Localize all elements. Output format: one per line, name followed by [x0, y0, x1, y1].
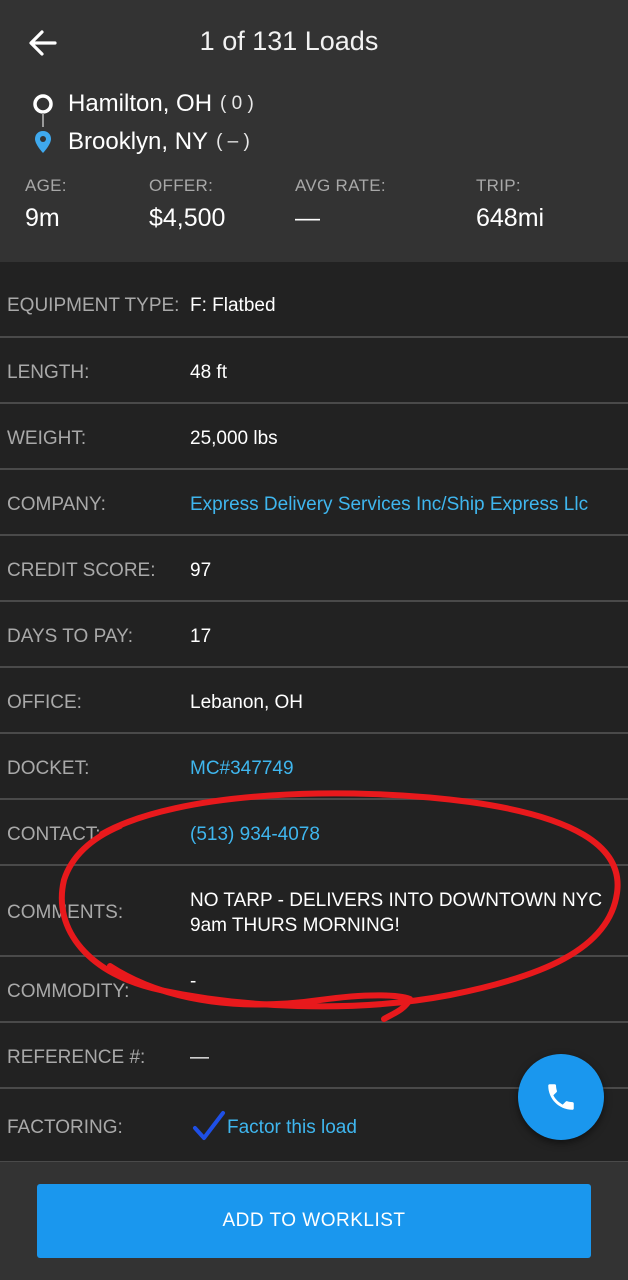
phone-icon — [548, 1084, 574, 1110]
detail-row-company: COMPANY: Express Delivery Services Inc/S… — [0, 470, 628, 536]
detail-value: - — [190, 971, 197, 992]
detail-label: EQUIPMENT TYPE: — [7, 295, 180, 316]
detail-value: — — [190, 1047, 209, 1068]
destination-count: ( – ) — [216, 131, 250, 152]
detail-value: 48 ft — [190, 362, 227, 383]
route-destination: Brooklyn, NY ( – ) — [30, 125, 250, 159]
detail-value: 25,000 lbs — [190, 428, 278, 449]
footer-bar: ADD TO WORKLIST — [0, 1162, 628, 1280]
detail-row-comments: COMMENTS: NO TARP - DELIVERS INTO DOWNTO… — [0, 866, 628, 957]
detail-label: DOCKET: — [7, 758, 90, 779]
origin-city: Hamilton, OH — [68, 90, 213, 117]
detail-row-days-to-pay: DAYS TO PAY: 17 — [0, 602, 628, 668]
detail-label: FACTORING: — [7, 1117, 123, 1138]
destination-city: Brooklyn, NY — [68, 128, 209, 155]
stat-trip: TRIP: 648mi — [476, 176, 544, 233]
stat-value: $4,500 — [149, 204, 226, 232]
detail-row-docket: DOCKET: MC#347749 — [0, 734, 628, 800]
comments-value: NO TARP - DELIVERS INTO DOWNTOWN NYC 9am… — [190, 890, 603, 936]
docket-link[interactable]: MC#347749 — [190, 758, 294, 780]
detail-label: COMPANY: — [7, 494, 106, 515]
stat-label: AVG RATE: — [295, 176, 386, 195]
detail-label: REFERENCE #: — [7, 1047, 146, 1068]
detail-row-commodity: COMMODITY: - — [0, 957, 628, 1023]
load-header: 1 of 131 Loads Hamilton, OH ( 0 ) Brookl… — [0, 0, 628, 262]
detail-label: DAYS TO PAY: — [7, 626, 134, 647]
page-title: 1 of 131 Loads — [199, 26, 379, 56]
stat-label: TRIP: — [476, 176, 521, 195]
stat-avg-rate: AVG RATE: — — [295, 176, 386, 233]
factor-this-load-link[interactable]: Factor this load — [227, 1117, 357, 1139]
stat-value: 9m — [25, 204, 60, 232]
load-details: EQUIPMENT TYPE: F: Flatbed LENGTH: 48 ft… — [0, 270, 628, 1163]
detail-value: 97 — [190, 560, 212, 581]
origin-count: ( 0 ) — [220, 93, 254, 114]
detail-row-weight: WEIGHT: 25,000 lbs — [0, 404, 628, 470]
company-link[interactable]: Express Delivery Services Inc/Ship Expre… — [190, 494, 588, 516]
detail-row-credit-score: CREDIT SCORE: 97 — [0, 536, 628, 602]
contact-phone-link[interactable]: (513) 934-4078 — [190, 824, 320, 846]
detail-row-contact: CONTACT: (513) 934-4078 — [0, 800, 628, 866]
add-to-worklist-button[interactable]: ADD TO WORKLIST — [37, 1184, 591, 1258]
detail-row-length: LENGTH: 48 ft — [0, 338, 628, 404]
detail-label: OFFICE: — [7, 692, 82, 713]
checkmark-icon[interactable] — [192, 1109, 226, 1143]
detail-label: CREDIT SCORE: — [7, 560, 156, 581]
call-button[interactable] — [518, 1054, 604, 1140]
detail-label: COMMENTS: — [7, 902, 124, 923]
detail-row-office: OFFICE: Lebanon, OH — [0, 668, 628, 734]
detail-label: WEIGHT: — [7, 428, 87, 449]
location-pin-icon — [30, 129, 56, 155]
stat-label: AGE: — [25, 176, 67, 195]
detail-label: CONTACT: — [7, 824, 101, 845]
detail-label: LENGTH: — [7, 362, 90, 383]
detail-value: 17 — [190, 626, 212, 647]
detail-label: COMMODITY: — [7, 981, 130, 1002]
route-origin: Hamilton, OH ( 0 ) — [30, 87, 254, 121]
stat-value: 648mi — [476, 204, 545, 232]
detail-row-equipment-type: EQUIPMENT TYPE: F: Flatbed — [0, 270, 628, 338]
detail-value: F: Flatbed — [190, 295, 276, 316]
stat-age: AGE: 9m — [25, 176, 67, 233]
detail-value: Lebanon, OH — [190, 692, 304, 713]
stat-value: — — [295, 204, 320, 232]
stat-offer: OFFER: $4,500 — [149, 176, 225, 233]
stat-label: OFFER: — [149, 176, 214, 195]
